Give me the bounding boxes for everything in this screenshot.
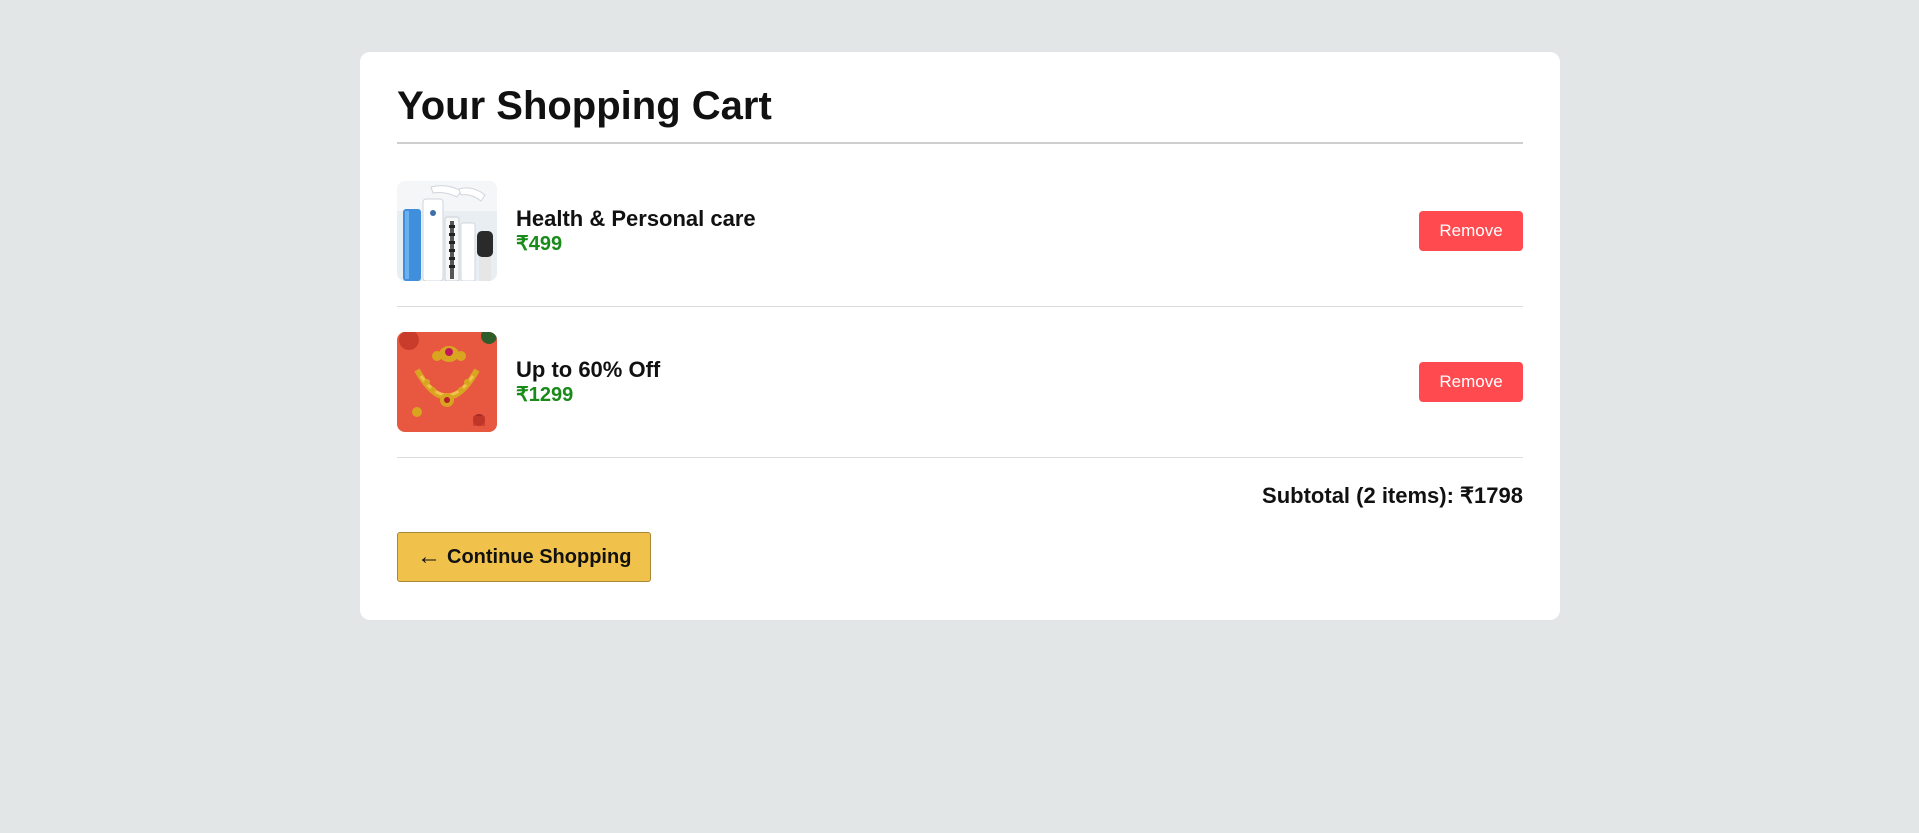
cart-item: Health & Personal care ₹499 Remove [397,181,1523,307]
continue-shopping-label: Continue Shopping [447,545,632,568]
item-price: ₹499 [516,233,563,255]
cart-card: Your Shopping Cart Health & Personal car… [360,52,1560,620]
remove-button[interactable]: Remove [1419,362,1523,402]
page-title: Your Shopping Cart [397,82,1523,144]
cart-items-list: Health & Personal care ₹499 Remove Up to… [397,181,1523,458]
personal-care-products-image[interactable] [397,181,497,281]
item-name[interactable]: Health & Personal care [516,206,1419,232]
item-name[interactable]: Up to 60% Off [516,357,1419,383]
subtotal-text: Subtotal (2 items): ₹1798 [1262,483,1523,508]
jewelry-set-image[interactable] [397,332,497,432]
item-info: Health & Personal care ₹499 [516,206,1419,256]
remove-button[interactable]: Remove [1419,211,1523,251]
continue-shopping-button[interactable]: ← Continue Shopping [397,532,652,582]
item-info: Up to 60% Off ₹1299 [516,357,1419,407]
cart-item: Up to 60% Off ₹1299 Remove [397,332,1523,458]
item-price: ₹1299 [516,384,574,406]
arrow-left-icon: ← [417,543,441,570]
